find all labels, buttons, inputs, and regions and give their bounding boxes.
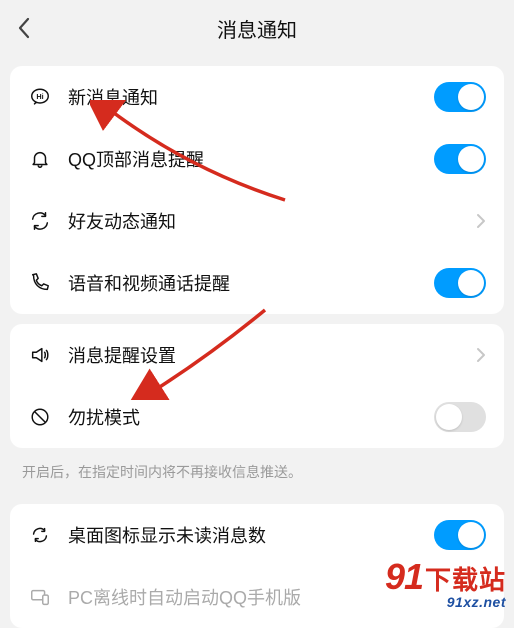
refresh-icon	[28, 209, 52, 233]
row-friend-dynamic[interactable]: 好友动态通知	[10, 190, 504, 252]
row-label: 消息提醒设置	[68, 342, 476, 368]
row-voice-video-remind[interactable]: 语音和视频通话提醒	[10, 252, 504, 314]
toggle-qq-top[interactable]	[434, 144, 486, 174]
toggle-new-message[interactable]	[434, 82, 486, 112]
chevron-right-icon	[476, 213, 486, 229]
settings-group-1: Hi 新消息通知 QQ顶部消息提醒 好友动态通知	[10, 66, 504, 314]
row-alert-settings[interactable]: 消息提醒设置	[10, 324, 504, 386]
row-dnd-mode[interactable]: 勿扰模式	[10, 386, 504, 448]
back-button[interactable]	[12, 16, 36, 40]
phone-icon	[28, 271, 52, 295]
header: 消息通知	[0, 0, 514, 56]
desktop-refresh-icon	[28, 523, 52, 547]
row-qq-top-remind[interactable]: QQ顶部消息提醒	[10, 128, 504, 190]
row-new-message-notify[interactable]: Hi 新消息通知	[10, 66, 504, 128]
settings-group-2: 消息提醒设置 勿扰模式	[10, 324, 504, 448]
toggle-dnd[interactable]	[434, 402, 486, 432]
ban-icon	[28, 405, 52, 429]
bell-icon	[28, 147, 52, 171]
row-label: 语音和视频通话提醒	[68, 270, 434, 296]
watermark: 91 下载站 91xz.net	[385, 556, 506, 610]
chevron-left-icon	[17, 17, 31, 39]
chevron-right-icon	[476, 347, 486, 363]
row-label: 好友动态通知	[68, 208, 476, 234]
watermark-cn: 下载站	[425, 560, 506, 597]
speaker-icon	[28, 343, 52, 367]
hi-icon: Hi	[28, 85, 52, 109]
toggle-desktop-unread[interactable]	[434, 520, 486, 550]
row-label: 勿扰模式	[68, 404, 434, 430]
page-title: 消息通知	[217, 14, 297, 43]
devices-icon	[28, 585, 52, 609]
dnd-helper-text: 开启后，在指定时间内将不再接收信息推送。	[0, 458, 514, 494]
row-label: 桌面图标显示未读消息数	[68, 522, 434, 548]
watermark-number: 91	[385, 556, 423, 598]
row-label: QQ顶部消息提醒	[68, 146, 434, 172]
row-label: 新消息通知	[68, 84, 434, 110]
svg-text:Hi: Hi	[36, 92, 43, 101]
toggle-voice-video[interactable]	[434, 268, 486, 298]
